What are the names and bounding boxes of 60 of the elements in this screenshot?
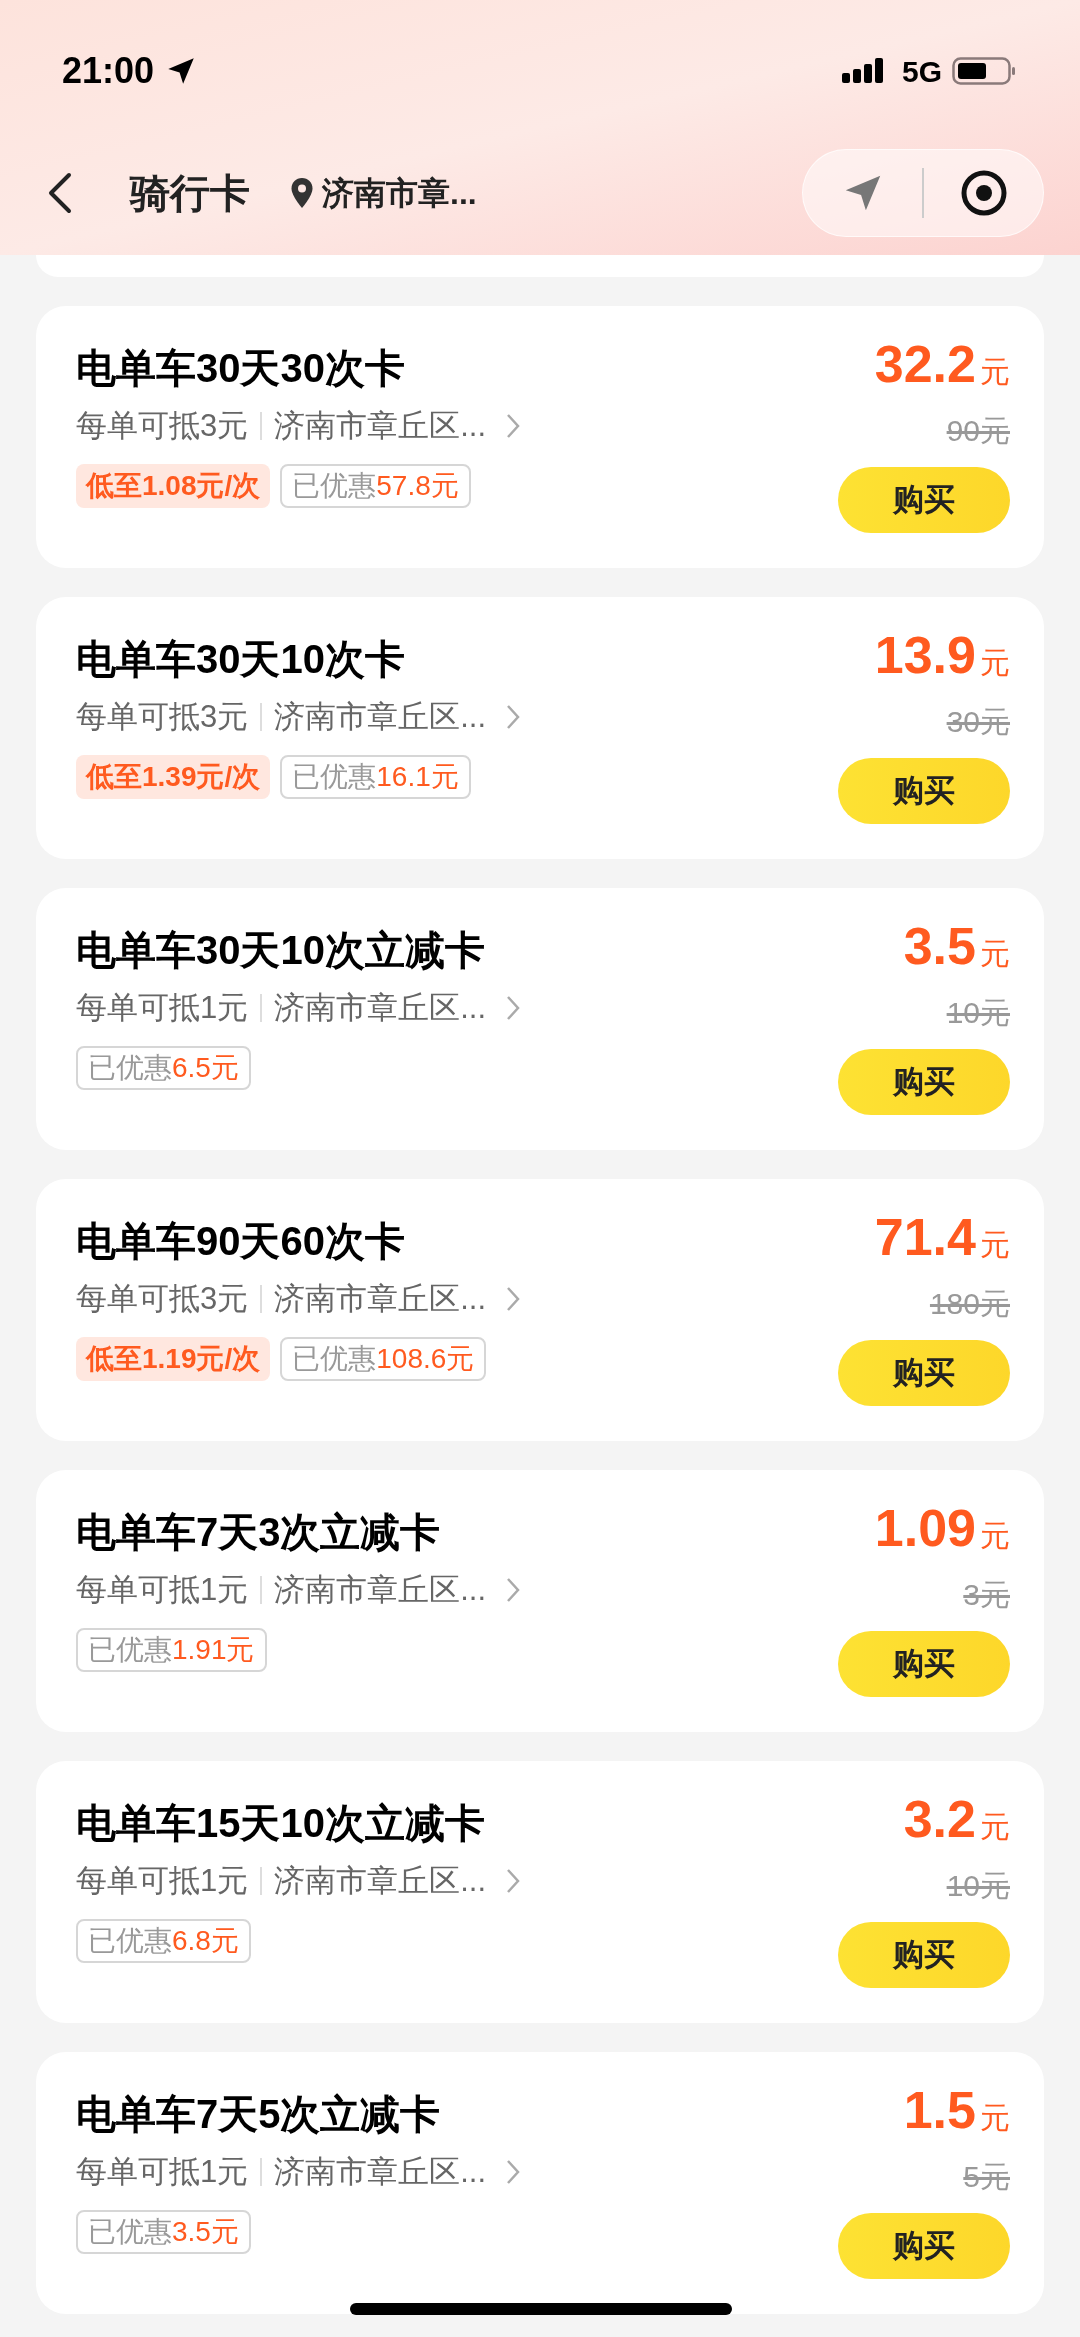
- card-title: 电单车90天60次卡: [76, 1218, 406, 1265]
- price: 3.2 元: [903, 1791, 1010, 1850]
- buy-button[interactable]: 购买: [838, 467, 1010, 533]
- back-icon: [47, 171, 73, 214]
- price: 1.5元: [903, 2082, 1010, 2141]
- card-details-link[interactable]: 每单可抵1元 济南市章丘区...: [76, 1859, 521, 1903]
- buy-button[interactable]: 购买: [838, 1631, 1010, 1697]
- card-details-link[interactable]: 每单可抵1元 济南市章丘区...: [76, 2150, 521, 2194]
- status-time: 21:00: [62, 49, 155, 93]
- per-ride-tag: 低至1.39元/次: [76, 755, 271, 799]
- original-price: 30元: [946, 704, 1010, 740]
- original-price: 90元: [946, 413, 1010, 449]
- card-title: 电单车30天30次卡: [76, 345, 406, 392]
- chevron-right-icon: [506, 1286, 521, 1312]
- buy-button[interactable]: 购买: [838, 1049, 1010, 1115]
- page-title: 骑行卡: [130, 169, 250, 217]
- chevron-right-icon: [506, 2159, 521, 2185]
- savings-tag: 已优惠6.8元: [76, 1919, 251, 1963]
- location-pin-icon: [290, 176, 314, 209]
- card-details-link[interactable]: 每单可抵3元 济南市章丘区...: [76, 695, 521, 739]
- card-title: 电单车7天5次立减卡: [76, 2091, 442, 2138]
- target-icon: [959, 168, 1008, 217]
- buy-button[interactable]: 购买: [838, 1340, 1010, 1406]
- savings-tag: 已优惠3.5元: [76, 2210, 251, 2254]
- network-label: 5G: [901, 53, 942, 90]
- card-title: 电单车30天10次卡: [76, 636, 406, 683]
- price: 13.9 元: [874, 627, 1010, 686]
- price: 32.2 元: [874, 336, 1010, 395]
- original-price: 180元: [929, 1286, 1010, 1322]
- location-button[interactable]: 济南市章...: [290, 168, 477, 217]
- card-title: 电单车7天3次立减卡: [76, 1509, 442, 1556]
- chevron-right-icon: [506, 995, 521, 1021]
- buy-button[interactable]: 购买: [838, 2213, 1010, 2279]
- buy-button[interactable]: 购买: [838, 758, 1010, 824]
- savings-tag: 已优惠6.5元: [76, 1046, 251, 1090]
- price: 71.4元: [874, 1209, 1010, 1268]
- savings-tag: 已优惠57.8元: [280, 464, 471, 508]
- original-price: 10元: [946, 1868, 1010, 1904]
- original-price: 3元: [963, 1577, 1010, 1613]
- chevron-right-icon: [506, 704, 521, 730]
- savings-tag: 已优惠16.1元: [280, 755, 471, 799]
- original-price: 5元: [963, 2159, 1010, 2195]
- per-ride-tag: 低至1.19元/次: [76, 1337, 271, 1381]
- savings-tag: 已优惠108.6元: [280, 1337, 487, 1381]
- card-details-link[interactable]: 每单可抵3元 济南市章丘区...: [76, 1277, 521, 1321]
- savings-tag: 已优惠1.91元: [76, 1628, 267, 1672]
- chevron-right-icon: [506, 1577, 521, 1603]
- card-details-link[interactable]: 每单可抵3元 济南市章丘区...: [76, 404, 521, 448]
- chevron-right-icon: [506, 1868, 521, 1894]
- card-title: 电单车15天10次立减卡: [76, 1800, 486, 1847]
- buy-button[interactable]: 购买: [838, 1922, 1010, 1988]
- original-price: 10元: [946, 995, 1010, 1031]
- card-details-link[interactable]: 每单可抵1元 济南市章丘区...: [76, 1568, 521, 1612]
- battery-icon: [952, 55, 1018, 87]
- card-title: 电单车30天10次立减卡: [76, 927, 486, 974]
- chevron-right-icon: [506, 413, 521, 439]
- price: 1.09 元: [874, 1500, 1010, 1559]
- card-details-link[interactable]: 每单可抵1元 济南市章丘区...: [76, 986, 521, 1030]
- price: 3.5元: [903, 918, 1010, 977]
- per-ride-tag: 低至1.08元/次: [76, 464, 271, 508]
